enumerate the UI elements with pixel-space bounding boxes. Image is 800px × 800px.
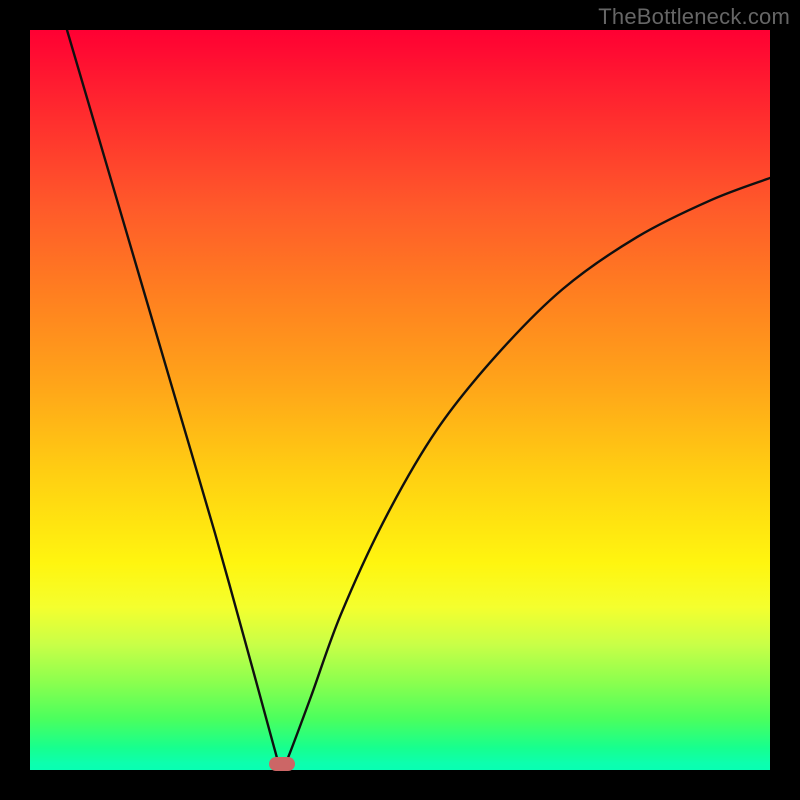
watermark-text: TheBottleneck.com	[598, 4, 790, 30]
bottleneck-curve	[30, 30, 770, 770]
plot-area	[30, 30, 770, 770]
chart-frame: TheBottleneck.com	[0, 0, 800, 800]
minimum-marker	[269, 757, 295, 771]
